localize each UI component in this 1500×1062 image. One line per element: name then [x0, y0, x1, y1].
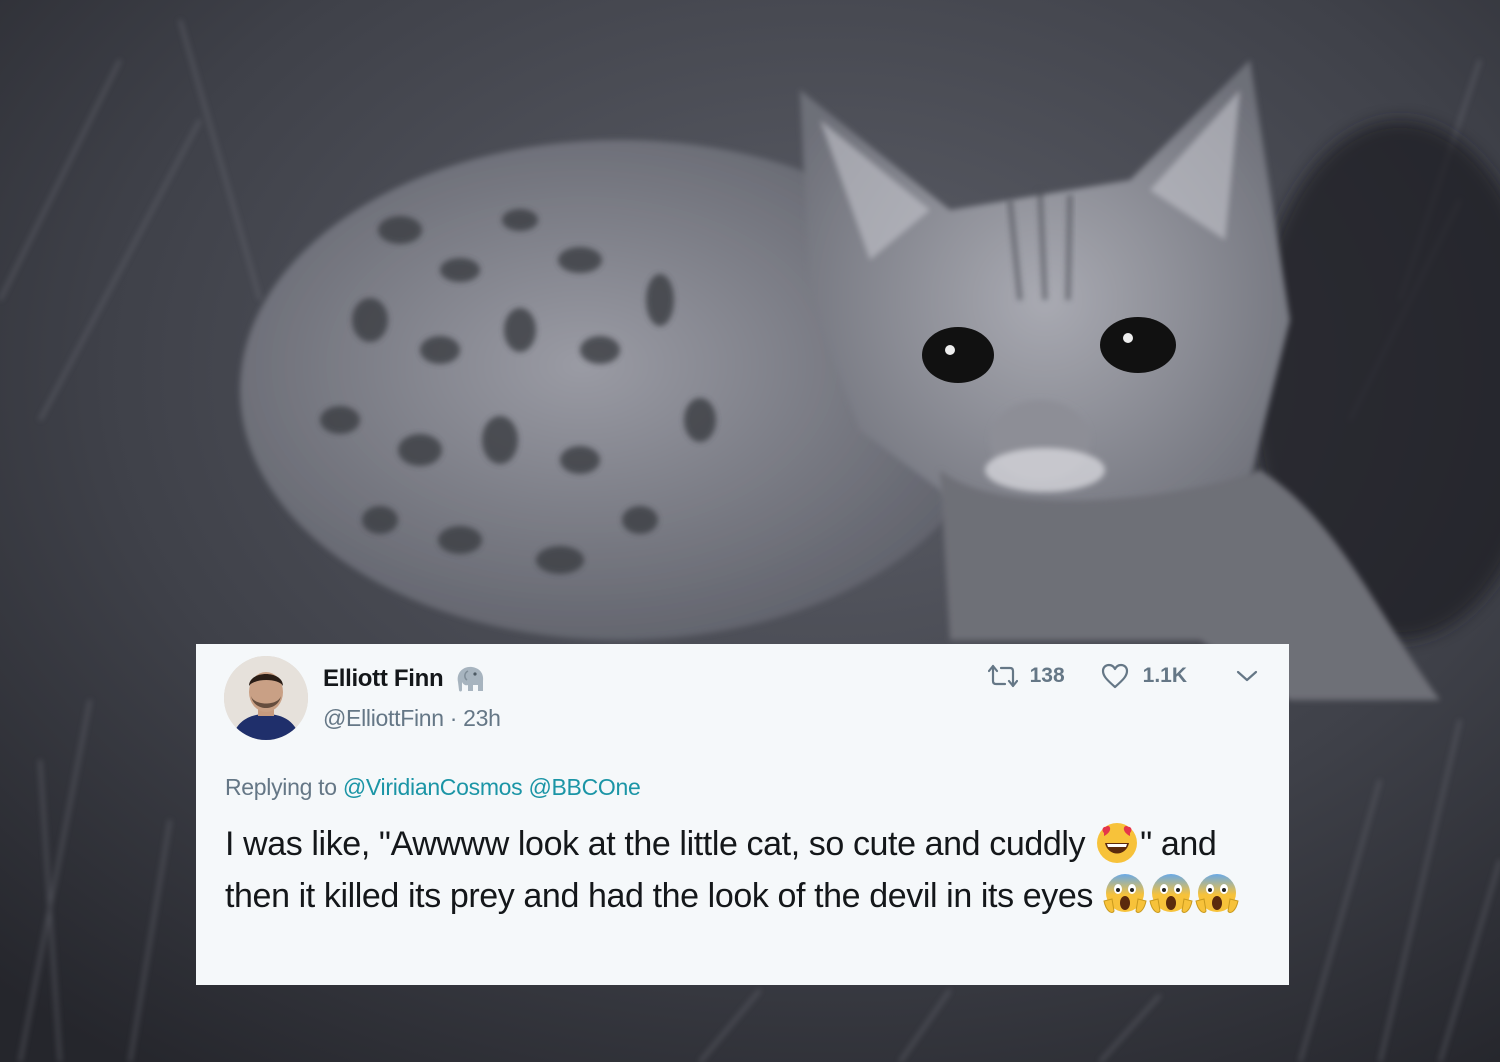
user-handle[interactable]: @ElliottFinn — [323, 705, 444, 731]
handle-line: @ElliottFinn · 23h — [323, 705, 501, 732]
chevron-down-icon — [1236, 670, 1258, 682]
tweet-time[interactable]: 23h — [463, 705, 501, 731]
replying-label: Replying to — [225, 774, 337, 800]
like-count: 1.1K — [1142, 664, 1187, 687]
retweet-icon — [987, 664, 1018, 688]
tweet-menu-button[interactable] — [1235, 668, 1259, 684]
retweet-button[interactable]: 138 — [987, 664, 1065, 688]
tweet-text-part: I was like, "Awwww look at the little ca… — [225, 825, 1086, 863]
mention-link[interactable]: @BBCOne — [528, 774, 640, 800]
heart-icon — [1101, 663, 1128, 689]
scream-emoji — [1194, 871, 1240, 917]
elephant-icon — [457, 666, 484, 692]
scream-emoji — [1148, 871, 1194, 917]
tweet-card[interactable]: Elliott Finn @ElliottFinn·23h 138 1.1K — [196, 644, 1289, 985]
handle-separator: · — [449, 705, 458, 731]
display-name[interactable]: Elliott Finn — [323, 665, 444, 693]
retweet-count: 138 — [1029, 664, 1065, 687]
replying-to: Replying to @ViridianCosmos @BBCOne — [225, 774, 641, 801]
meme-image: Elliott Finn @ElliottFinn·23h 138 1.1K — [0, 0, 1500, 1062]
heart-eyes-emoji — [1094, 819, 1140, 865]
scream-emoji — [1102, 871, 1148, 917]
tweet-actions: 138 1.1K — [987, 660, 1259, 692]
tweet-text: I was like, "Awwww look at the little ca… — [225, 818, 1245, 922]
like-button[interactable]: 1.1K — [1101, 663, 1187, 689]
avatar[interactable] — [224, 656, 308, 740]
mention-link[interactable]: @ViridianCosmos — [343, 774, 523, 800]
